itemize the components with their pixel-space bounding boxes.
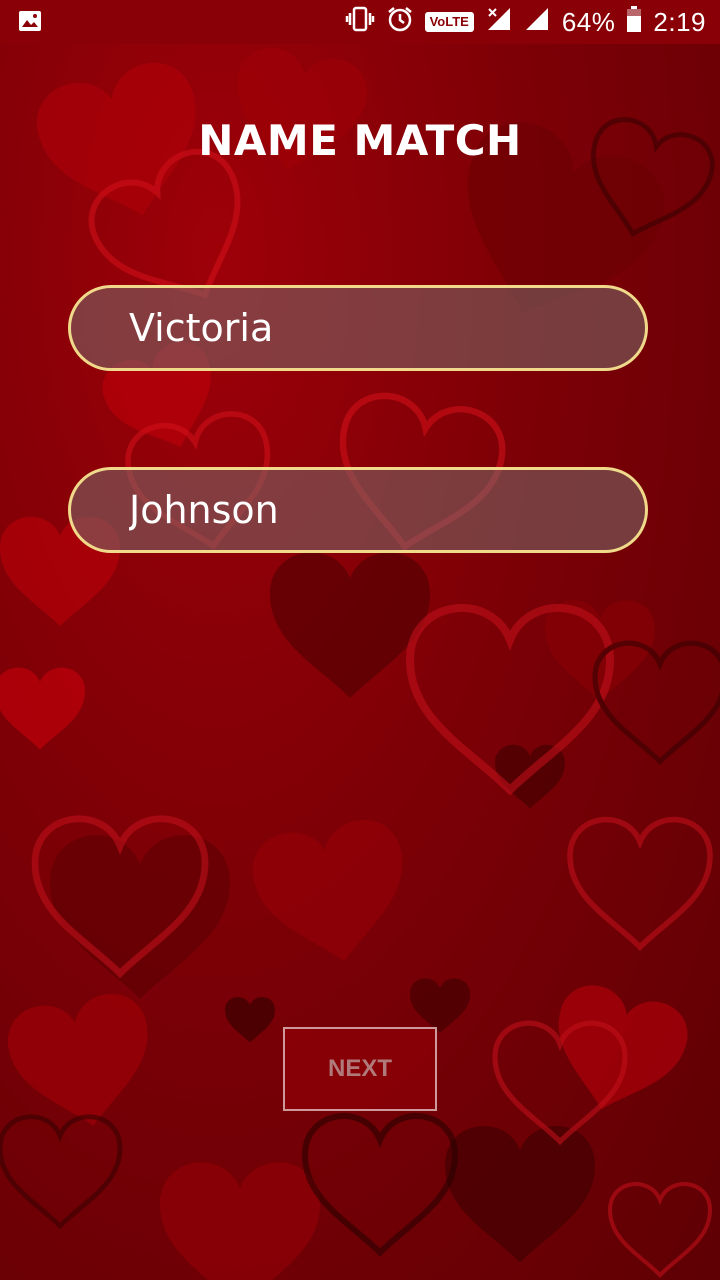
second-name-input[interactable] bbox=[127, 487, 611, 533]
gallery-icon bbox=[18, 10, 42, 37]
first-name-input[interactable] bbox=[127, 305, 611, 351]
next-button[interactable]: NEXT bbox=[283, 1027, 437, 1111]
status-bar: VoLTE 64% 2:19 bbox=[0, 0, 720, 44]
vibrate-icon bbox=[345, 6, 375, 39]
signal-icon bbox=[524, 6, 550, 39]
signal-icon bbox=[486, 6, 512, 39]
battery-icon bbox=[627, 5, 642, 39]
first-name-field[interactable] bbox=[68, 285, 648, 371]
battery-percent: 64% bbox=[561, 6, 616, 37]
second-name-field[interactable] bbox=[68, 467, 648, 553]
alarm-icon bbox=[387, 6, 413, 39]
volte-icon: VoLTE bbox=[424, 12, 474, 32]
page-title: NAME MATCH bbox=[198, 116, 522, 165]
clock: 2:19 bbox=[653, 6, 706, 37]
